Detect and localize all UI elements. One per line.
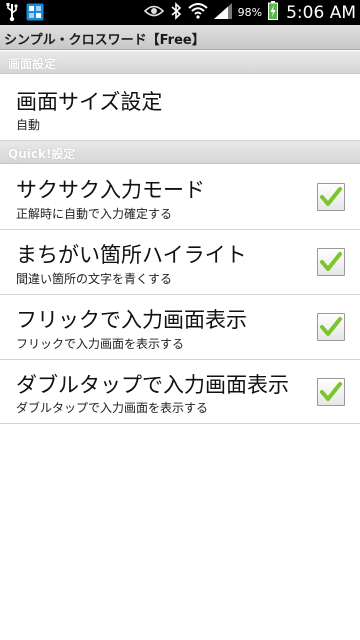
title-bar: シンプル・クロスワード【Free】 [0, 25, 360, 50]
pref-title: まちがい箇所ハイライト [16, 243, 247, 267]
pref-checkbox[interactable] [317, 313, 345, 341]
pref-checkbox[interactable] [317, 248, 345, 276]
battery-charging-icon [268, 1, 279, 24]
pref-saku-saku-input-mode[interactable]: サクサク入力モード 正解時に自動で入力確定する [0, 164, 360, 230]
eye-icon [143, 3, 164, 22]
pref-screen-size[interactable]: 画面サイズ設定 自動 [0, 74, 360, 141]
pref-checkbox[interactable] [317, 183, 345, 211]
checkmark-icon [320, 252, 342, 271]
signal-icon [213, 2, 232, 23]
usb-icon [6, 2, 18, 26]
pref-title: フリックで入力画面表示 [16, 308, 247, 332]
pref-summary: ダブルタップで入力画面を表示する [16, 401, 209, 415]
pref-summary: フリックで入力画面を表示する [16, 337, 185, 351]
wifi-icon [187, 2, 208, 23]
bluetooth-icon [170, 1, 182, 24]
section-header-label: Quick!設定 [8, 147, 76, 161]
pref-title: サクサク入力モード [16, 178, 205, 202]
pref-summary: 正解時に自動で入力確定する [16, 207, 173, 221]
app-title: シンプル・クロスワード【Free】 [4, 33, 205, 48]
pref-checkbox[interactable] [317, 378, 345, 406]
pref-summary: 自動 [16, 118, 41, 132]
battery-percent: 98% [237, 6, 263, 19]
pref-title: ダブルタップで入力画面表示 [16, 373, 289, 397]
pref-title: 画面サイズ設定 [16, 90, 163, 114]
pref-flick-input-screen[interactable]: フリックで入力画面表示 フリックで入力画面を表示する [0, 295, 360, 360]
section-header-display: 画面設定 [0, 51, 360, 74]
screen: 98% 5:06 AM シンプル・クロスワード【Free】 画面設定 画面サイズ… [0, 0, 360, 640]
section-header-label: 画面設定 [8, 57, 57, 71]
checkmark-icon [320, 187, 342, 206]
pref-mistake-highlight[interactable]: まちがい箇所ハイライト 間違い箇所の文字を青くする [0, 230, 360, 295]
app-notification-icon [26, 3, 44, 25]
clock: 5:06 AM [286, 2, 356, 23]
pref-summary: 間違い箇所の文字を青くする [16, 272, 173, 286]
checkmark-icon [320, 382, 342, 401]
section-header-quick: Quick!設定 [0, 141, 360, 164]
status-bar: 98% 5:06 AM [0, 0, 360, 25]
pref-double-tap-input-screen[interactable]: ダブルタップで入力画面表示 ダブルタップで入力画面を表示する [0, 360, 360, 424]
checkmark-icon [320, 317, 342, 336]
